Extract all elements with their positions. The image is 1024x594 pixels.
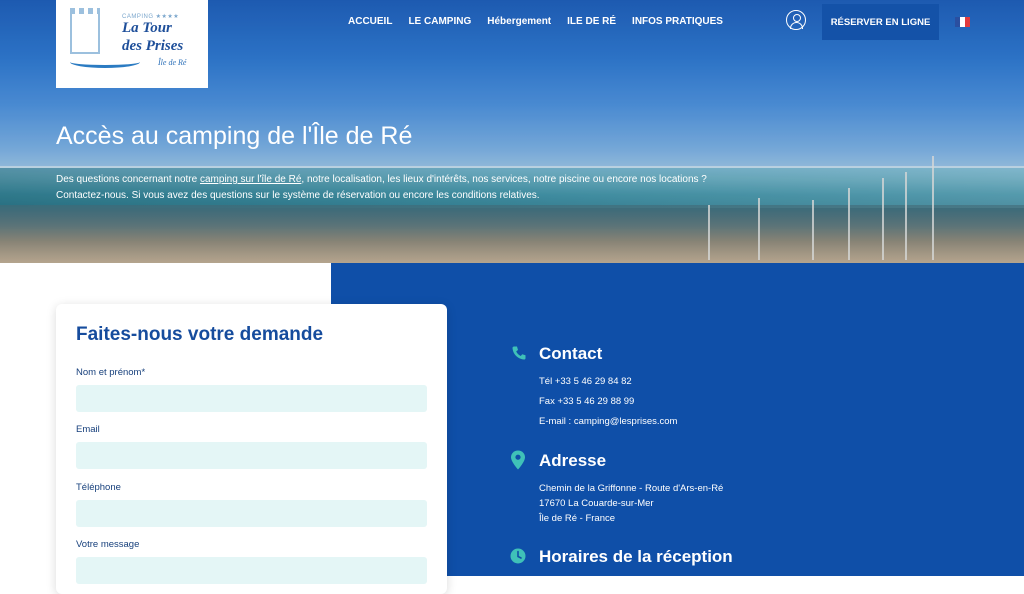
nav-item-hebergement[interactable]: Hébergement (487, 16, 551, 28)
nav-item-accueil[interactable]: ACCUEIL (348, 16, 392, 28)
main-nav: ACCUEIL LE CAMPING Hébergement ILE DE RÉ… (348, 16, 739, 28)
book-online-button[interactable]: RÉSERVER EN LIGNE (822, 4, 939, 40)
clock-icon (510, 548, 526, 564)
page-title: Accès au camping de l'Île de Ré (56, 122, 413, 150)
address-title: Adresse (539, 451, 607, 470)
email-input[interactable] (76, 442, 427, 469)
name-label: Nom et prénom* (76, 367, 146, 378)
address-line2: 17670 La Couarde-sur-Mer (539, 498, 654, 509)
nav-item-le-camping[interactable]: LE CAMPING (408, 16, 471, 28)
site-logo[interactable]: CAMPING ★★★★ La Tour des Prises Île de R… (56, 0, 208, 88)
intro-text-start: Des questions concernant notre (56, 174, 200, 185)
contact-email[interactable]: E-mail : camping@lesprises.com (539, 416, 677, 427)
contact-form-card: Faites-nous votre demande Nom et prénom*… (56, 304, 447, 594)
address-line1: Chemin de la Griffonne - Route d'Ars-en-… (539, 483, 724, 494)
hero-intro: Des questions concernant notre camping s… (56, 172, 736, 204)
tower-icon (70, 8, 100, 54)
hours-title: Horaires de la réception (539, 547, 733, 566)
logo-subtitle: Île de Ré (158, 58, 187, 67)
contact-title: Contact (539, 344, 603, 363)
contact-phone[interactable]: Tél +33 5 46 29 84 82 (539, 376, 632, 387)
logo-name-line2: des Prises (122, 38, 184, 54)
phone-label: Téléphone (76, 482, 121, 493)
user-circle-icon[interactable] (786, 10, 806, 30)
camping-link[interactable]: camping sur l'île de Ré (200, 174, 301, 185)
french-flag-icon[interactable] (955, 17, 970, 27)
nav-item-ile-de-re[interactable]: ILE DE RÉ (567, 16, 616, 28)
contact-fax: Fax +33 5 46 29 88 99 (539, 396, 635, 407)
message-label: Votre message (76, 539, 140, 550)
message-input[interactable] (76, 557, 427, 584)
logo-name-line1: La Tour (122, 20, 172, 36)
intro-text-line2: Contactez-nous. Si vous avez des questio… (56, 190, 540, 201)
wave-icon (70, 56, 140, 68)
name-input[interactable] (76, 385, 427, 412)
address-line3: Île de Ré - France (539, 513, 616, 524)
intro-text-end: , notre localisation, les lieux d'intérê… (301, 174, 707, 185)
logo-camping-label: CAMPING ★★★★ (122, 14, 180, 20)
nav-item-infos-pratiques[interactable]: INFOS PRATIQUES (632, 16, 723, 28)
form-title: Faites-nous votre demande (76, 324, 324, 345)
map-pin-icon (511, 450, 525, 470)
phone-input[interactable] (76, 500, 427, 527)
hero-banner: CAMPING ★★★★ La Tour des Prises Île de R… (0, 0, 1024, 263)
phone-icon (512, 346, 526, 360)
email-label: Email (76, 424, 100, 435)
